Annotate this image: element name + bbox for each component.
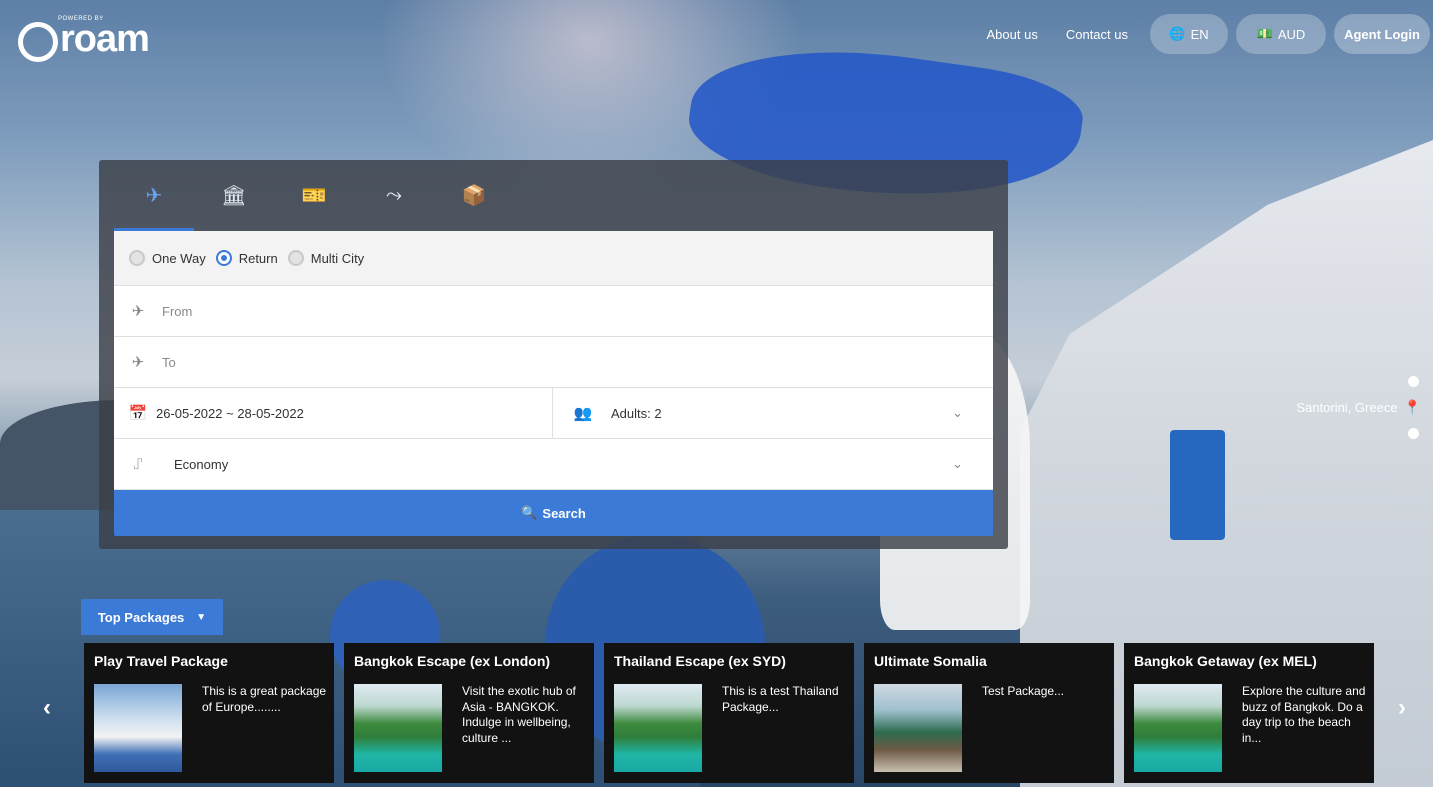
hotel-icon: 🏛 <box>221 184 247 207</box>
radio-return[interactable]: Return <box>215 250 278 266</box>
blue-door <box>1170 430 1225 540</box>
plane-icon: ✈ <box>145 184 163 207</box>
tab-hotels[interactable]: 🏛 <box>194 160 274 230</box>
location-label: Santorini, Greece <box>1296 400 1398 415</box>
date-range-field[interactable]: 📅 26-05-2022 ~ 28-05-2022 <box>114 388 553 438</box>
package-image <box>1134 684 1222 772</box>
landing-icon: ✈ <box>131 354 145 371</box>
top-nav: About us Contact us 🌐 EN 💵 AUD Agent Log… <box>973 14 1430 54</box>
agent-login-button[interactable]: Agent Login <box>1334 14 1430 54</box>
carousel-prev-icon[interactable]: ‹ <box>43 694 51 722</box>
to-placeholder: To <box>162 354 176 370</box>
logo-mark-icon <box>18 21 58 62</box>
package-title: Ultimate Somalia <box>874 653 987 669</box>
slider-dot[interactable] <box>1408 376 1419 387</box>
cabin-class-field[interactable]: ⑀ Economy ⌄ <box>114 439 993 490</box>
package-title: Thailand Escape (ex SYD) <box>614 653 786 669</box>
map-pin-icon: 📍 <box>1403 399 1421 415</box>
globe-icon: 🌐 <box>1169 26 1186 41</box>
trip-type-row: One Way Return Multi City <box>114 231 993 286</box>
radio-label: One Way <box>152 250 206 266</box>
route-icon: ⤳ <box>386 183 402 206</box>
package-description: Test Package... <box>982 684 1065 698</box>
from-placeholder: From <box>162 303 193 319</box>
to-field[interactable]: ✈ To <box>114 337 993 388</box>
contact-us-link[interactable]: Contact us <box>1052 27 1142 42</box>
powered-by-text: POWERED BY <box>58 16 104 22</box>
currency-selector[interactable]: 💵 AUD <box>1236 14 1326 54</box>
top-packages-dropdown[interactable]: Top Packages ▼ <box>81 599 223 635</box>
package-card[interactable]: Ultimate Somalia Test Package... <box>864 643 1114 783</box>
package-card[interactable]: Bangkok Escape (ex London) Visit the exo… <box>344 643 594 783</box>
package-image <box>874 684 962 772</box>
top-packages-label: Top Packages <box>97 609 185 625</box>
radio-one-way[interactable]: One Way <box>129 250 206 266</box>
tab-tickets[interactable]: 🎫 <box>274 160 354 230</box>
tab-packages[interactable]: 📦 <box>434 160 514 230</box>
package-card[interactable]: Bangkok Getaway (ex MEL) Explore the cul… <box>1124 643 1374 783</box>
search-button[interactable]: 🔍 Search <box>114 490 993 536</box>
package-title: Play Travel Package <box>94 653 228 669</box>
date-range-value: 26-05-2022 ~ 28-05-2022 <box>156 405 304 421</box>
search-label: Search <box>542 505 586 521</box>
caret-down-icon: ▼ <box>196 611 207 623</box>
travellers-value: Adults: 2 <box>611 405 662 421</box>
package-image <box>94 684 182 772</box>
package-image <box>614 684 702 772</box>
calendar-icon: 📅 <box>128 405 148 422</box>
search-tabs: ✈ 🏛 🎫 ⤳ 📦 <box>114 160 514 231</box>
package-description: Explore the culture and buzz of Bangkok.… <box>1242 684 1366 745</box>
ticket-icon: 🎫 <box>301 184 327 207</box>
language-label: EN <box>1190 26 1209 42</box>
brand-name: roam <box>60 18 150 60</box>
search-icon: 🔍 <box>521 505 538 520</box>
packages-carousel: Play Travel Package This is a great pack… <box>84 643 1374 783</box>
currency-label: AUD <box>1277 26 1306 42</box>
flight-search-form: One Way Return Multi City ✈ From ✈ To 📅 … <box>114 231 993 536</box>
cabin-class-value: Economy <box>174 456 229 472</box>
language-selector[interactable]: 🌐 EN <box>1150 14 1228 54</box>
travellers-field[interactable]: 👥 Adults: 2 ⌄ <box>553 388 993 438</box>
package-icon: 📦 <box>461 184 487 207</box>
package-title: Bangkok Escape (ex London) <box>354 653 551 669</box>
radio-label: Return <box>238 250 278 266</box>
radio-dot <box>129 250 145 266</box>
package-image <box>354 684 442 772</box>
about-us-link[interactable]: About us <box>973 27 1052 42</box>
package-description: Visit the exotic hub of Asia - BANGKOK. … <box>462 684 576 745</box>
dates-travellers-row: 📅 26-05-2022 ~ 28-05-2022 👥 Adults: 2 ⌄ <box>114 388 993 439</box>
carousel-next-icon[interactable]: › <box>1398 694 1406 722</box>
money-icon: 💵 <box>1256 26 1273 41</box>
takeoff-icon: ✈ <box>131 303 145 320</box>
radio-dot-selected <box>215 250 232 266</box>
from-field[interactable]: ✈ From <box>114 286 993 337</box>
search-panel: ✈ 🏛 🎫 ⤳ 📦 One Way Return Multi City ✈ Fr… <box>99 160 1008 549</box>
package-title: Bangkok Getaway (ex MEL) <box>1134 653 1317 669</box>
radio-multi-city[interactable]: Multi City <box>287 250 365 266</box>
chevron-down-icon: ⌄ <box>952 456 963 471</box>
slider-indicators: Santorini, Greece 📍 <box>1296 376 1421 439</box>
radio-dot <box>287 250 304 266</box>
package-description: This is a test Thailand Package... <box>722 684 839 714</box>
radio-label: Multi City <box>310 250 365 266</box>
brand-logo[interactable]: POWERED BY roam <box>18 16 150 62</box>
chevron-down-icon: ⌄ <box>952 405 963 420</box>
tab-routes[interactable]: ⤳ <box>354 160 434 230</box>
package-description: This is a great package of Europe.......… <box>202 684 327 714</box>
seat-icon: ⑀ <box>133 455 143 473</box>
package-card[interactable]: Thailand Escape (ex SYD) This is a test … <box>604 643 854 783</box>
package-card[interactable]: Play Travel Package This is a great pack… <box>84 643 334 783</box>
users-icon: 👥 <box>573 405 593 422</box>
slide-location: Santorini, Greece 📍 <box>1296 399 1421 416</box>
tab-flights[interactable]: ✈ <box>114 160 194 231</box>
slider-dot[interactable] <box>1408 428 1419 439</box>
